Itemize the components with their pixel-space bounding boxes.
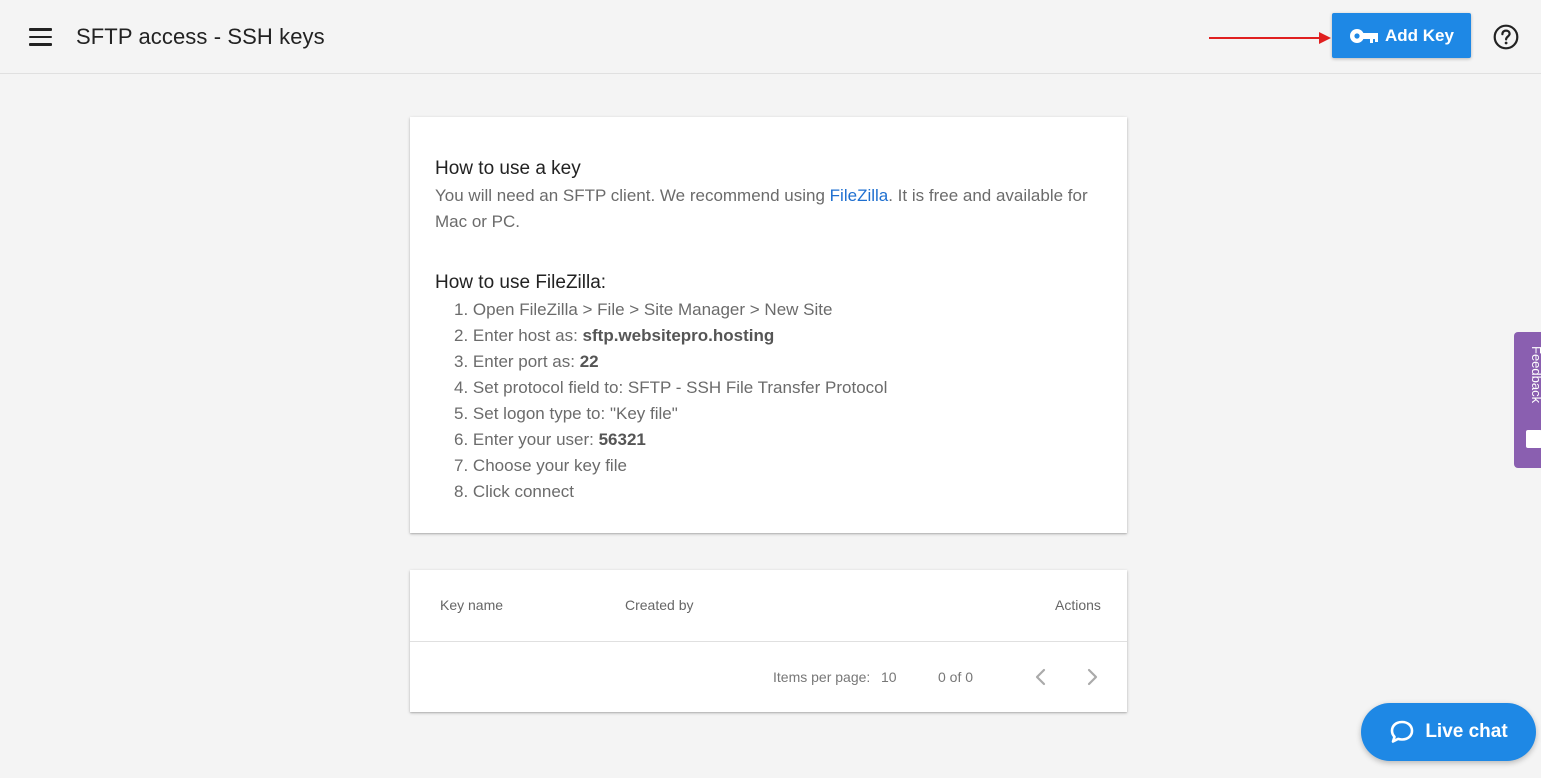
filezilla-link[interactable]: FileZilla	[830, 186, 889, 205]
live-chat-button[interactable]: Live chat	[1361, 703, 1536, 761]
key-icon	[1349, 28, 1379, 44]
chevron-right-icon[interactable]	[1080, 664, 1104, 690]
instructions-card: How to use a key You will need an SFTP c…	[410, 117, 1127, 533]
column-header-actions: Actions	[1055, 597, 1101, 613]
feedback-label: Feedback	[1529, 346, 1541, 404]
step-item: 4. Set protocol field to: SFTP - SSH Fil…	[454, 378, 888, 397]
annotation-arrow	[1209, 32, 1331, 44]
menu-icon[interactable]	[29, 28, 53, 46]
step-item: 1. Open FileZilla > File > Site Manager …	[454, 300, 833, 319]
add-key-button[interactable]: Add Key	[1332, 13, 1471, 58]
keys-table: Key name Created by Actions Items per pa…	[410, 570, 1127, 712]
top-bar: SFTP access - SSH keys Add Key	[0, 0, 1541, 74]
step-item: 5. Set logon type to: "Key file"	[454, 404, 678, 423]
items-per-page-label: Items per page:	[773, 669, 871, 685]
feedback-tab[interactable]: Feedback	[1514, 332, 1541, 468]
column-header-key-name[interactable]: Key name	[440, 597, 503, 613]
step-item: 6. Enter your user: 56321	[454, 430, 646, 449]
add-key-label: Add Key	[1385, 25, 1454, 45]
help-icon[interactable]	[1493, 24, 1519, 50]
step-item: 3. Enter port as: 22	[454, 352, 599, 371]
page-range-label: 0 of 0	[938, 669, 974, 685]
key-usage-text: You will need an SFTP client. We recomme…	[435, 186, 1088, 231]
chat-bubble-icon	[1391, 720, 1414, 743]
filezilla-title: How to use FileZilla:	[435, 272, 607, 293]
table-divider	[410, 641, 1127, 642]
step-item: 7. Choose your key file	[454, 456, 627, 475]
key-usage-title: How to use a key	[435, 158, 581, 179]
feedback-icon	[1526, 430, 1541, 448]
column-header-created-by[interactable]: Created by	[625, 597, 693, 613]
live-chat-label: Live chat	[1425, 721, 1508, 742]
chevron-left-icon[interactable]	[1029, 664, 1053, 690]
step-item: 2. Enter host as: sftp.websitepro.hostin…	[454, 326, 775, 345]
items-per-page-select[interactable]: 10	[881, 669, 897, 685]
filezilla-steps: 1. Open FileZilla > File > Site Manager …	[435, 297, 1102, 505]
step-item: 8. Click connect	[454, 482, 575, 501]
page-title: SFTP access - SSH keys	[76, 24, 325, 49]
